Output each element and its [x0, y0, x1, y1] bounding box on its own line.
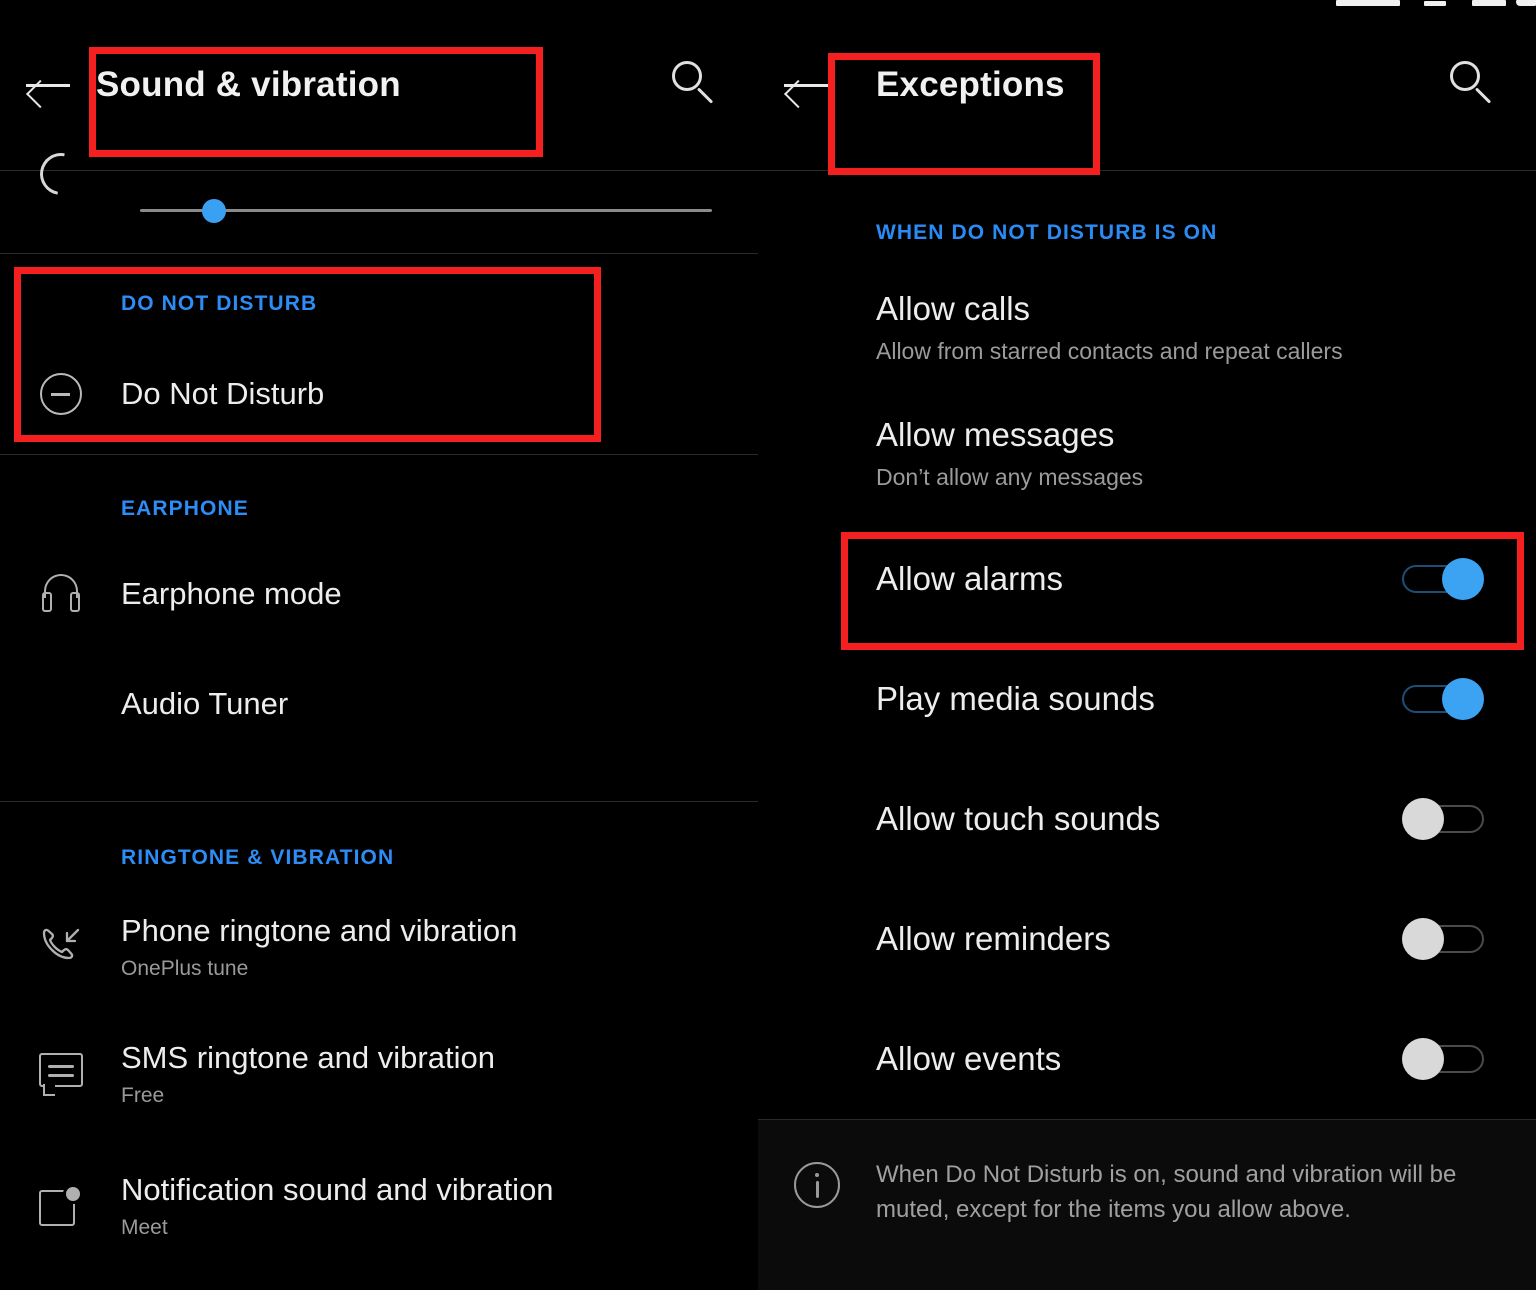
- list-item-label: Earphone mode: [121, 576, 342, 612]
- back-button-right[interactable]: [758, 0, 854, 170]
- toggle-allow-reminders[interactable]: [1402, 918, 1484, 960]
- section-header-earphone: EARPHONE: [0, 497, 758, 521]
- right-app-bar: Exceptions: [758, 0, 1536, 170]
- list-item-allow-events[interactable]: Allow events: [758, 999, 1536, 1119]
- row-text: Allow messages Don’t allow any messages: [876, 417, 1484, 491]
- list-item-sublabel: Free: [121, 1084, 495, 1108]
- row-icon-wrap: [0, 924, 121, 970]
- list-item-play-media-sounds[interactable]: Play media sounds: [758, 639, 1536, 759]
- row-text: Notification sound and vibration Meet: [121, 1172, 554, 1241]
- section-header-do-not-disturb: DO NOT DISTURB: [0, 292, 758, 316]
- left-app-bar: Sound & vibration: [0, 0, 758, 170]
- row-text: Allow reminders: [876, 921, 1402, 957]
- search-button-right[interactable]: [1446, 57, 1502, 113]
- list-item-label: Allow alarms: [876, 561, 1402, 597]
- search-icon: [672, 61, 702, 91]
- list-item-sublabel: Allow from starred contacts and repeat c…: [876, 338, 1484, 365]
- headphone-icon: [38, 574, 84, 614]
- section-header-when-dnd-is-on: WHEN DO NOT DISTURB IS ON: [758, 221, 1536, 245]
- page-title-sound-vibration: Sound & vibration: [96, 65, 401, 105]
- list-item-sublabel: Don’t allow any messages: [876, 464, 1484, 491]
- row-icon-wrap: [0, 574, 121, 614]
- list-item-do-not-disturb[interactable]: Do Not Disturb: [0, 334, 758, 454]
- list-item-label: Do Not Disturb: [121, 376, 324, 412]
- toggle-knob: [1402, 798, 1444, 840]
- volume-slider-row[interactable]: [0, 171, 758, 253]
- toggle-knob: [1442, 678, 1484, 720]
- dnd-info-note: When Do Not Disturb is on, sound and vib…: [758, 1120, 1536, 1290]
- notification-icon: [39, 1184, 83, 1228]
- list-item-allow-calls[interactable]: Allow calls Allow from starred contacts …: [758, 267, 1536, 389]
- row-icon-wrap: [0, 1184, 121, 1228]
- toggle-allow-events[interactable]: [1402, 1038, 1484, 1080]
- divider-after-dnd: [0, 454, 758, 455]
- list-item-label: Allow events: [876, 1041, 1402, 1077]
- back-button-left[interactable]: [0, 0, 96, 170]
- list-item-allow-alarms[interactable]: Allow alarms: [758, 519, 1536, 639]
- row-icon-wrap: [0, 1053, 121, 1095]
- divider-above-info: [758, 1119, 1536, 1120]
- row-icon-wrap: [0, 373, 121, 415]
- search-icon-handle: [697, 87, 713, 103]
- back-arrow-icon: [784, 69, 828, 101]
- page-title-exceptions: Exceptions: [876, 65, 1065, 105]
- list-item-label: Audio Tuner: [121, 686, 288, 722]
- list-item-sublabel: OnePlus tune: [121, 957, 517, 981]
- list-item-audio-tuner[interactable]: Audio Tuner: [0, 649, 758, 759]
- row-text: Allow calls Allow from starred contacts …: [876, 291, 1484, 365]
- list-item-sublabel: Meet: [121, 1216, 554, 1240]
- exceptions-screen: Exceptions WHEN DO NOT DISTURB IS ON All…: [758, 0, 1536, 1290]
- divider-after-slider: [0, 253, 758, 254]
- list-item-phone-ringtone[interactable]: Phone ringtone and vibration OnePlus tun…: [0, 886, 758, 1008]
- list-item-label: Notification sound and vibration: [121, 1172, 554, 1208]
- toggle-knob: [1402, 1038, 1444, 1080]
- info-icon: [794, 1162, 840, 1208]
- toggle-play-media-sounds[interactable]: [1402, 678, 1484, 720]
- search-icon-handle: [1475, 87, 1491, 103]
- row-text: Phone ringtone and vibration OnePlus tun…: [121, 913, 517, 982]
- list-item-sms-ringtone[interactable]: SMS ringtone and vibration Free: [0, 1008, 758, 1140]
- info-icon-wrap: [758, 1158, 876, 1208]
- divider-after-earphone: [0, 801, 758, 802]
- toggle-knob: [1442, 558, 1484, 600]
- list-item-label: Play media sounds: [876, 681, 1402, 717]
- row-text: Allow touch sounds: [876, 801, 1402, 837]
- list-item-earphone-mode[interactable]: Earphone mode: [0, 539, 758, 649]
- list-item-allow-reminders[interactable]: Allow reminders: [758, 879, 1536, 999]
- row-text: Earphone mode: [121, 576, 342, 612]
- message-icon: [39, 1053, 83, 1095]
- list-item-label: Allow messages: [876, 417, 1484, 453]
- list-item-label: Allow calls: [876, 291, 1484, 327]
- dnd-info-text: When Do Not Disturb is on, sound and vib…: [876, 1158, 1516, 1228]
- list-item-allow-touch-sounds[interactable]: Allow touch sounds: [758, 759, 1536, 879]
- list-item-label: SMS ringtone and vibration: [121, 1040, 495, 1076]
- row-text: Audio Tuner: [121, 686, 288, 722]
- toggle-knob: [1402, 918, 1444, 960]
- sound-and-vibration-screen: Sound & vibration DO NOT DISTURB Do Not …: [0, 0, 758, 1290]
- list-item-label: Allow touch sounds: [876, 801, 1402, 837]
- incoming-call-icon: [38, 924, 84, 970]
- row-text: Do Not Disturb: [121, 376, 324, 412]
- row-text: Play media sounds: [876, 681, 1402, 717]
- list-item-notification-sound[interactable]: Notification sound and vibration Meet: [0, 1140, 758, 1272]
- search-button-left[interactable]: [668, 57, 724, 113]
- toggle-allow-touch-sounds[interactable]: [1402, 798, 1484, 840]
- list-item-allow-messages[interactable]: Allow messages Don’t allow any messages: [758, 389, 1536, 519]
- row-text: SMS ringtone and vibration Free: [121, 1040, 495, 1109]
- search-icon: [1450, 61, 1480, 91]
- back-arrow-icon: [26, 69, 70, 101]
- volume-slider-thumb[interactable]: [202, 199, 226, 223]
- row-text: Allow events: [876, 1041, 1402, 1077]
- do-not-disturb-icon: [40, 373, 82, 415]
- screenshot-root: Sound & vibration DO NOT DISTURB Do Not …: [0, 0, 1536, 1290]
- list-item-label: Allow reminders: [876, 921, 1402, 957]
- toggle-allow-alarms[interactable]: [1402, 558, 1484, 600]
- list-item-label: Phone ringtone and vibration: [121, 913, 517, 949]
- row-text: Allow alarms: [876, 561, 1402, 597]
- section-header-ringtone-vibration: RINGTONE & VIBRATION: [0, 846, 758, 870]
- divider-under-right-appbar: [758, 170, 1536, 171]
